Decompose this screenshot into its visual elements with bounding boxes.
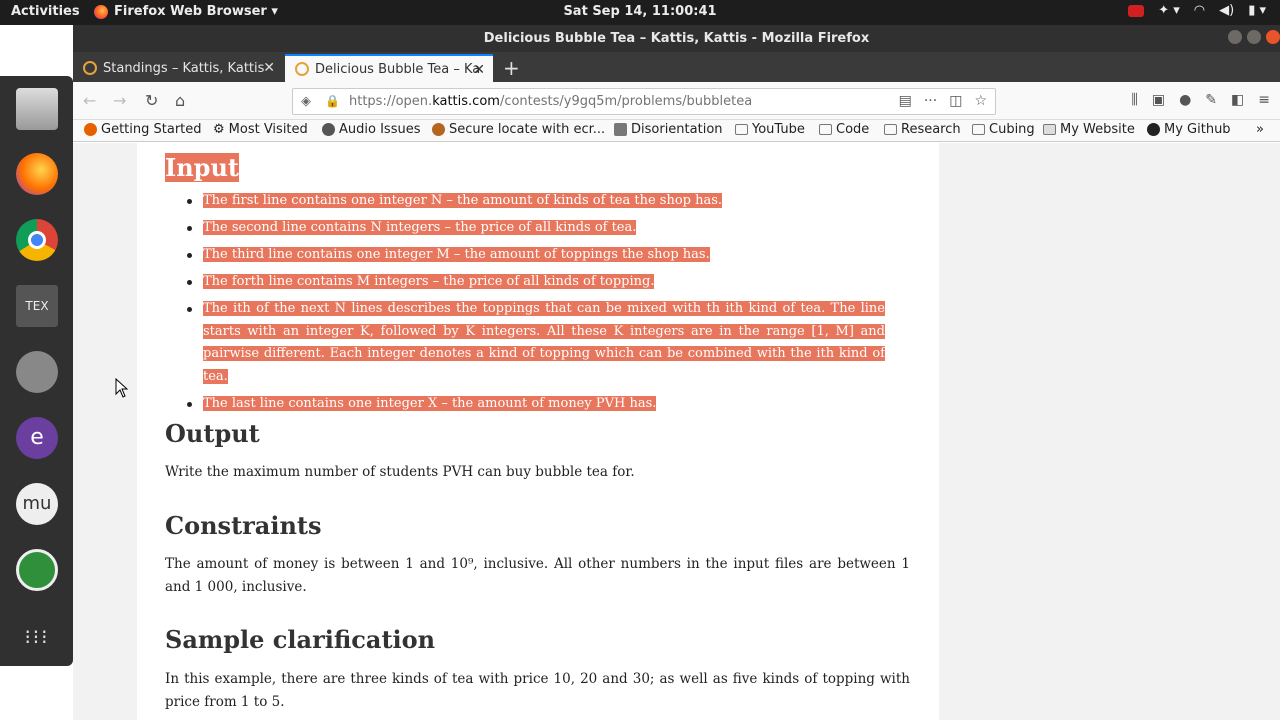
close-tab-icon[interactable]: ✕ — [473, 62, 485, 78]
new-tab-icon[interactable]: + — [503, 56, 520, 80]
maximize-button[interactable] — [1247, 30, 1261, 44]
system-tray[interactable]: ✦ ▾ ◠ ◀) ▮ ▾ — [1128, 3, 1266, 18]
back-icon[interactable]: ← — [83, 91, 96, 110]
extension-icon[interactable]: ✎ — [1205, 92, 1217, 108]
texmaker-icon[interactable]: TEX — [16, 285, 58, 327]
dock: TEX e mu ⁝⁝⁝ — [0, 76, 73, 666]
library-icon[interactable]: ⫼ — [1131, 92, 1137, 108]
system-top-bar: Activities Firefox Web Browser ▾ Sat Sep… — [0, 0, 1280, 25]
battery-icon[interactable]: ▮ ▾ — [1248, 3, 1266, 18]
bookmarks-toolbar: Getting Started ⚙ Most Visited Audio Issu… — [73, 120, 1280, 142]
page-icon — [1043, 124, 1056, 135]
close-tab-icon[interactable]: ✕ — [263, 60, 275, 76]
tab-label: Delicious Bubble Tea – Ka — [315, 61, 481, 77]
firefox-icon[interactable] — [16, 153, 58, 195]
tab-standings[interactable]: Standings – Kattis, Kattis ✕ — [73, 54, 283, 82]
audio-icon — [322, 123, 335, 136]
folder-icon — [972, 124, 985, 135]
emacs-icon[interactable]: e — [16, 417, 58, 459]
sample-clarification-text: In this example, there are three kinds o… — [165, 671, 910, 710]
network-icon[interactable]: ◠ — [1194, 3, 1205, 18]
pocket-icon[interactable]: ◫ — [949, 93, 962, 109]
desktop-background — [0, 25, 73, 76]
close-window-button[interactable] — [1266, 30, 1280, 44]
constraints-text: The amount of money is between 1 and 10⁹… — [165, 556, 910, 595]
menu-icon[interactable]: ≡ — [1258, 92, 1270, 108]
mu-editor-icon[interactable]: mu — [16, 483, 58, 525]
output-text: Write the maximum number of students PVH… — [165, 464, 635, 480]
list-item: The third line contains one integer M – … — [175, 244, 885, 267]
clock[interactable]: Sat Sep 14, 11:00:41 — [0, 4, 1280, 19]
account-icon[interactable]: ● — [1179, 92, 1191, 108]
bookmark-audio-issues[interactable]: Audio Issues — [322, 122, 420, 137]
kattis-favicon-icon — [83, 61, 97, 75]
firefox-icon — [84, 123, 97, 136]
show-apps-icon[interactable]: ⁝⁝⁝ — [16, 616, 58, 658]
bookmark-folder-code[interactable]: Code — [819, 122, 869, 137]
mouse-cursor-icon — [115, 378, 129, 398]
shield-icon[interactable]: ◈ — [301, 94, 311, 109]
tab-label: Standings – Kattis, Kattis — [103, 60, 265, 76]
folder-icon — [819, 124, 832, 135]
reader-view-icon[interactable]: ▤ — [899, 93, 912, 109]
bookmark-folder-research[interactable]: Research — [884, 122, 961, 137]
settings-icon[interactable] — [16, 351, 58, 393]
container-icon[interactable]: ◧ — [1231, 92, 1244, 108]
list-item: The forth line contains M integers – the… — [175, 271, 885, 294]
home-icon[interactable]: ⌂ — [175, 91, 185, 110]
reload-icon[interactable]: ↻ — [145, 91, 158, 110]
url-text[interactable]: https://open.kattis.com/contests/y9gq5m/… — [349, 94, 752, 109]
bookmark-most-visited[interactable]: ⚙ Most Visited — [213, 122, 308, 137]
files-icon[interactable] — [16, 88, 58, 130]
bookmarks-overflow-icon[interactable]: » — [1256, 122, 1264, 137]
person-icon — [432, 123, 445, 136]
page-icon — [614, 123, 627, 136]
lock-icon[interactable]: 🔒 — [325, 94, 340, 108]
window-titlebar[interactable]: Delicious Bubble Tea – Kattis, Kattis - … — [73, 25, 1280, 52]
constraints-heading: Constraints — [165, 511, 322, 540]
forward-icon[interactable]: → — [113, 91, 126, 110]
window-title: Delicious Bubble Tea – Kattis, Kattis - … — [483, 31, 870, 46]
problem-content: Input The first line contains one intege… — [137, 143, 939, 720]
keepassxc-icon[interactable] — [16, 549, 58, 591]
navigation-toolbar: ← → ↻ ⌂ ◈ 🔒 https://open.kattis.com/cont… — [73, 82, 1280, 120]
list-item: The first line contains one integer N – … — [175, 190, 885, 213]
gear-icon: ⚙ — [213, 122, 225, 137]
github-icon — [1147, 123, 1160, 136]
bookmark-my-github[interactable]: My Github — [1147, 122, 1231, 137]
bookmark-folder-youtube[interactable]: YouTube — [735, 122, 805, 137]
tab-bar: Standings – Kattis, Kattis ✕ Delicious B… — [73, 52, 1280, 82]
kattis-favicon-icon — [295, 62, 309, 76]
desktop-background — [0, 666, 73, 720]
minimize-button[interactable] — [1228, 30, 1242, 44]
page-viewport: Input The first line contains one intege… — [73, 143, 1280, 720]
bookmark-star-icon[interactable]: ☆ — [974, 93, 987, 109]
list-item: The last line contains one integer X – t… — [175, 393, 885, 416]
chrome-icon[interactable] — [16, 219, 58, 261]
url-bar[interactable]: ◈ 🔒 https://open.kattis.com/contests/y9g… — [292, 88, 996, 115]
bookmark-my-website[interactable]: My Website — [1043, 122, 1135, 137]
accessibility-icon[interactable]: ✦ ▾ — [1158, 3, 1180, 18]
bookmark-getting-started[interactable]: Getting Started — [84, 122, 202, 137]
list-item: The second line contains N integers – th… — [175, 217, 885, 240]
folder-icon — [735, 124, 748, 135]
tab-bubble-tea[interactable]: Delicious Bubble Tea – Ka ✕ — [285, 54, 493, 82]
bookmark-disorientation[interactable]: Disorientation — [614, 122, 723, 137]
volume-icon[interactable]: ◀) — [1219, 3, 1234, 18]
output-heading: Output — [165, 419, 260, 448]
bookmark-folder-cubing[interactable]: Cubing — [972, 122, 1035, 137]
record-indicator-icon[interactable] — [1128, 4, 1145, 17]
sidebar-icon[interactable]: ▣ — [1152, 92, 1165, 108]
list-item: The ith of the next N lines describes th… — [175, 298, 885, 388]
bookmark-secure-locate[interactable]: Secure locate with ecr... — [432, 122, 605, 137]
sample-clarification-heading: Sample clarification — [165, 625, 436, 654]
input-heading: Input — [165, 153, 239, 182]
input-list: The first line contains one integer N – … — [175, 190, 885, 420]
folder-icon — [884, 124, 897, 135]
page-actions-icon[interactable]: ··· — [924, 93, 937, 109]
